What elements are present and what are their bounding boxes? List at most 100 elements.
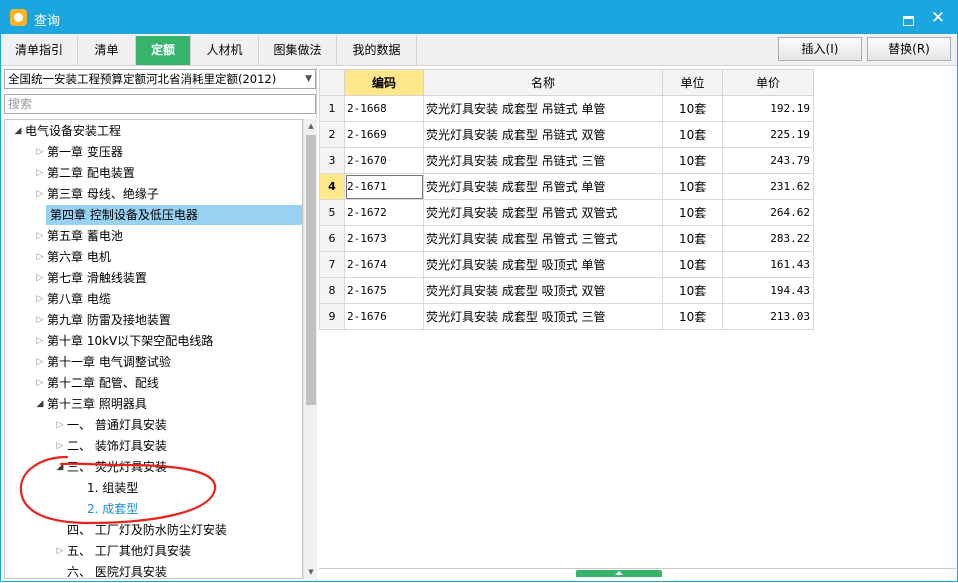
price-cell[interactable]: 243.79: [722, 147, 814, 174]
row-number-cell[interactable]: 5: [319, 199, 345, 226]
tree-item[interactable]: ▷ 第二章 配电装置: [5, 163, 302, 183]
name-cell[interactable]: 荧光灯具安装 成套型 吊链式 单管: [423, 95, 663, 122]
replace-button[interactable]: 替换(R): [867, 37, 951, 61]
name-cell[interactable]: 荧光灯具安装 成套型 吊管式 单管: [423, 173, 663, 200]
row-number-cell[interactable]: 6: [319, 225, 345, 252]
collapsed-arrow-icon[interactable]: ▷: [35, 352, 45, 372]
unit-cell[interactable]: 10套: [662, 95, 723, 122]
scroll-down-icon[interactable]: ▼: [304, 565, 318, 579]
tree-item[interactable]: 2. 成套型: [5, 499, 302, 519]
tree-item[interactable]: 六、 医院灯具安装: [5, 562, 302, 578]
table-row[interactable]: 6 2-1673 荧光灯具安装 成套型 吊管式 三管式 10套 283.22: [319, 225, 814, 252]
price-column-header[interactable]: 单价: [722, 69, 814, 96]
collapsed-arrow-icon[interactable]: ▷: [35, 310, 45, 330]
expanded-arrow-icon[interactable]: ◢: [13, 121, 23, 141]
tree-item[interactable]: ▷ 第五章 蓄电池: [5, 226, 302, 246]
unit-column-header[interactable]: 单位: [662, 69, 723, 96]
tree-scrollbar[interactable]: ▲ ▼: [303, 119, 317, 579]
unit-cell[interactable]: 10套: [662, 199, 723, 226]
collapsed-arrow-icon[interactable]: ▷: [35, 331, 45, 351]
tree-item[interactable]: ▷ 第八章 电缆: [5, 289, 302, 309]
collapsed-arrow-icon[interactable]: ▷: [35, 289, 45, 309]
collapsed-arrow-icon[interactable]: ▷: [35, 226, 45, 246]
tree-item[interactable]: ▷ 第九章 防雷及接地装置: [5, 310, 302, 330]
tree-item[interactable]: 四、 工厂灯及防水防尘灯安装: [5, 520, 302, 540]
unit-cell[interactable]: 10套: [662, 277, 723, 304]
expanded-arrow-icon[interactable]: ◢: [35, 394, 45, 414]
table-row[interactable]: 9 2-1676 荧光灯具安装 成套型 吸顶式 三管 10套 213.03: [319, 303, 814, 330]
tab-quota[interactable]: 定额: [136, 36, 191, 65]
name-cell[interactable]: 荧光灯具安装 成套型 吊链式 三管: [423, 147, 663, 174]
name-cell[interactable]: 荧光灯具安装 成套型 吊管式 双管式: [423, 199, 663, 226]
row-number-cell[interactable]: 2: [319, 121, 345, 148]
name-cell[interactable]: 荧光灯具安装 成套型 吸顶式 双管: [423, 277, 663, 304]
price-cell[interactable]: 213.03: [722, 303, 814, 330]
maximize-icon[interactable]: [898, 8, 918, 28]
panel-toggle-button[interactable]: [576, 570, 662, 577]
tree-item[interactable]: ▷ 第六章 电机: [5, 247, 302, 267]
row-number-cell[interactable]: 8: [319, 277, 345, 304]
scrollbar-thumb[interactable]: [306, 135, 316, 405]
row-number-cell[interactable]: 3: [319, 147, 345, 174]
table-row[interactable]: 8 2-1675 荧光灯具安装 成套型 吸顶式 双管 10套 194.43: [319, 277, 814, 304]
code-cell[interactable]: 2-1668: [344, 95, 424, 122]
row-number-cell[interactable]: 9: [319, 303, 345, 330]
tree-item[interactable]: ▷ 一、 普通灯具安装: [5, 415, 302, 435]
code-cell[interactable]: 2-1670: [344, 147, 424, 174]
tree-item[interactable]: ▷ 第十章 10kV以下架空配电线路: [5, 331, 302, 351]
row-number-cell[interactable]: 1: [319, 95, 345, 122]
table-row[interactable]: 5 2-1672 荧光灯具安装 成套型 吊管式 双管式 10套 264.62: [319, 199, 814, 226]
code-cell[interactable]: 2-1675: [344, 277, 424, 304]
code-column-header[interactable]: 编码: [344, 69, 424, 96]
chevron-down-icon[interactable]: ▼: [305, 70, 312, 88]
table-row[interactable]: 4 2-1671 荧光灯具安装 成套型 吊管式 单管 10套 231.62: [319, 173, 814, 200]
scroll-up-icon[interactable]: ▲: [304, 119, 318, 133]
tree-item[interactable]: ▷ 第七章 滑触线装置: [5, 268, 302, 288]
tree-item[interactable]: 1. 组装型: [5, 478, 302, 498]
code-cell[interactable]: 2-1669: [344, 121, 424, 148]
collapsed-arrow-icon[interactable]: ▷: [55, 436, 65, 456]
tree-item[interactable]: ▷ 五、 工厂其他灯具安装: [5, 541, 302, 561]
unit-cell[interactable]: 10套: [662, 173, 723, 200]
code-cell[interactable]: 2-1671: [344, 173, 424, 200]
collapsed-arrow-icon[interactable]: ▷: [35, 268, 45, 288]
price-cell[interactable]: 231.62: [722, 173, 814, 200]
collapsed-arrow-icon[interactable]: ▷: [55, 541, 65, 561]
code-cell[interactable]: 2-1674: [344, 251, 424, 278]
tree-item[interactable]: ▷ 第三章 母线、绝缘子: [5, 184, 302, 204]
price-cell[interactable]: 161.43: [722, 251, 814, 278]
insert-button[interactable]: 插入(I): [778, 37, 862, 61]
unit-cell[interactable]: 10套: [662, 303, 723, 330]
collapsed-arrow-icon[interactable]: ▷: [35, 247, 45, 267]
table-row[interactable]: 7 2-1674 荧光灯具安装 成套型 吸顶式 单管 10套 161.43: [319, 251, 814, 278]
close-icon[interactable]: ✕: [928, 8, 948, 28]
row-number-cell[interactable]: 7: [319, 251, 345, 278]
tab-atlas-practice[interactable]: 图集做法: [259, 36, 337, 65]
unit-cell[interactable]: 10套: [662, 121, 723, 148]
name-cell[interactable]: 荧光灯具安装 成套型 吸顶式 三管: [423, 303, 663, 330]
name-cell[interactable]: 荧光灯具安装 成套型 吊链式 双管: [423, 121, 663, 148]
tab-bill[interactable]: 清单: [78, 36, 136, 65]
tree-item[interactable]: ◢ 电气设备安装工程: [5, 121, 302, 141]
price-cell[interactable]: 264.62: [722, 199, 814, 226]
code-cell[interactable]: 2-1676: [344, 303, 424, 330]
collapsed-arrow-icon[interactable]: ▷: [35, 142, 45, 162]
tab-labor-material-machine[interactable]: 人材机: [191, 36, 259, 65]
tree-item[interactable]: ◢ 三、 荧光灯具安装: [5, 457, 302, 477]
collapsed-arrow-icon[interactable]: ▷: [35, 184, 45, 204]
row-number-cell[interactable]: 4: [319, 173, 345, 200]
collapsed-arrow-icon[interactable]: ▷: [35, 163, 45, 183]
tree-item[interactable]: ▷ 第四章 控制设备及低压电器: [46, 205, 302, 225]
tree-item[interactable]: ◢ 第十三章 照明器具: [5, 394, 302, 414]
unit-cell[interactable]: 10套: [662, 147, 723, 174]
tab-bill-guide[interactable]: 清单指引: [1, 36, 78, 65]
tree-item[interactable]: ▷ 二、 装饰灯具安装: [5, 436, 302, 456]
price-cell[interactable]: 283.22: [722, 225, 814, 252]
unit-cell[interactable]: 10套: [662, 225, 723, 252]
tree-item[interactable]: ▷ 第十一章 电气调整试验: [5, 352, 302, 372]
code-cell[interactable]: 2-1672: [344, 199, 424, 226]
name-column-header[interactable]: 名称: [423, 69, 663, 96]
unit-cell[interactable]: 10套: [662, 251, 723, 278]
price-cell[interactable]: 194.43: [722, 277, 814, 304]
tree-item[interactable]: ▷ 第一章 变压器: [5, 142, 302, 162]
